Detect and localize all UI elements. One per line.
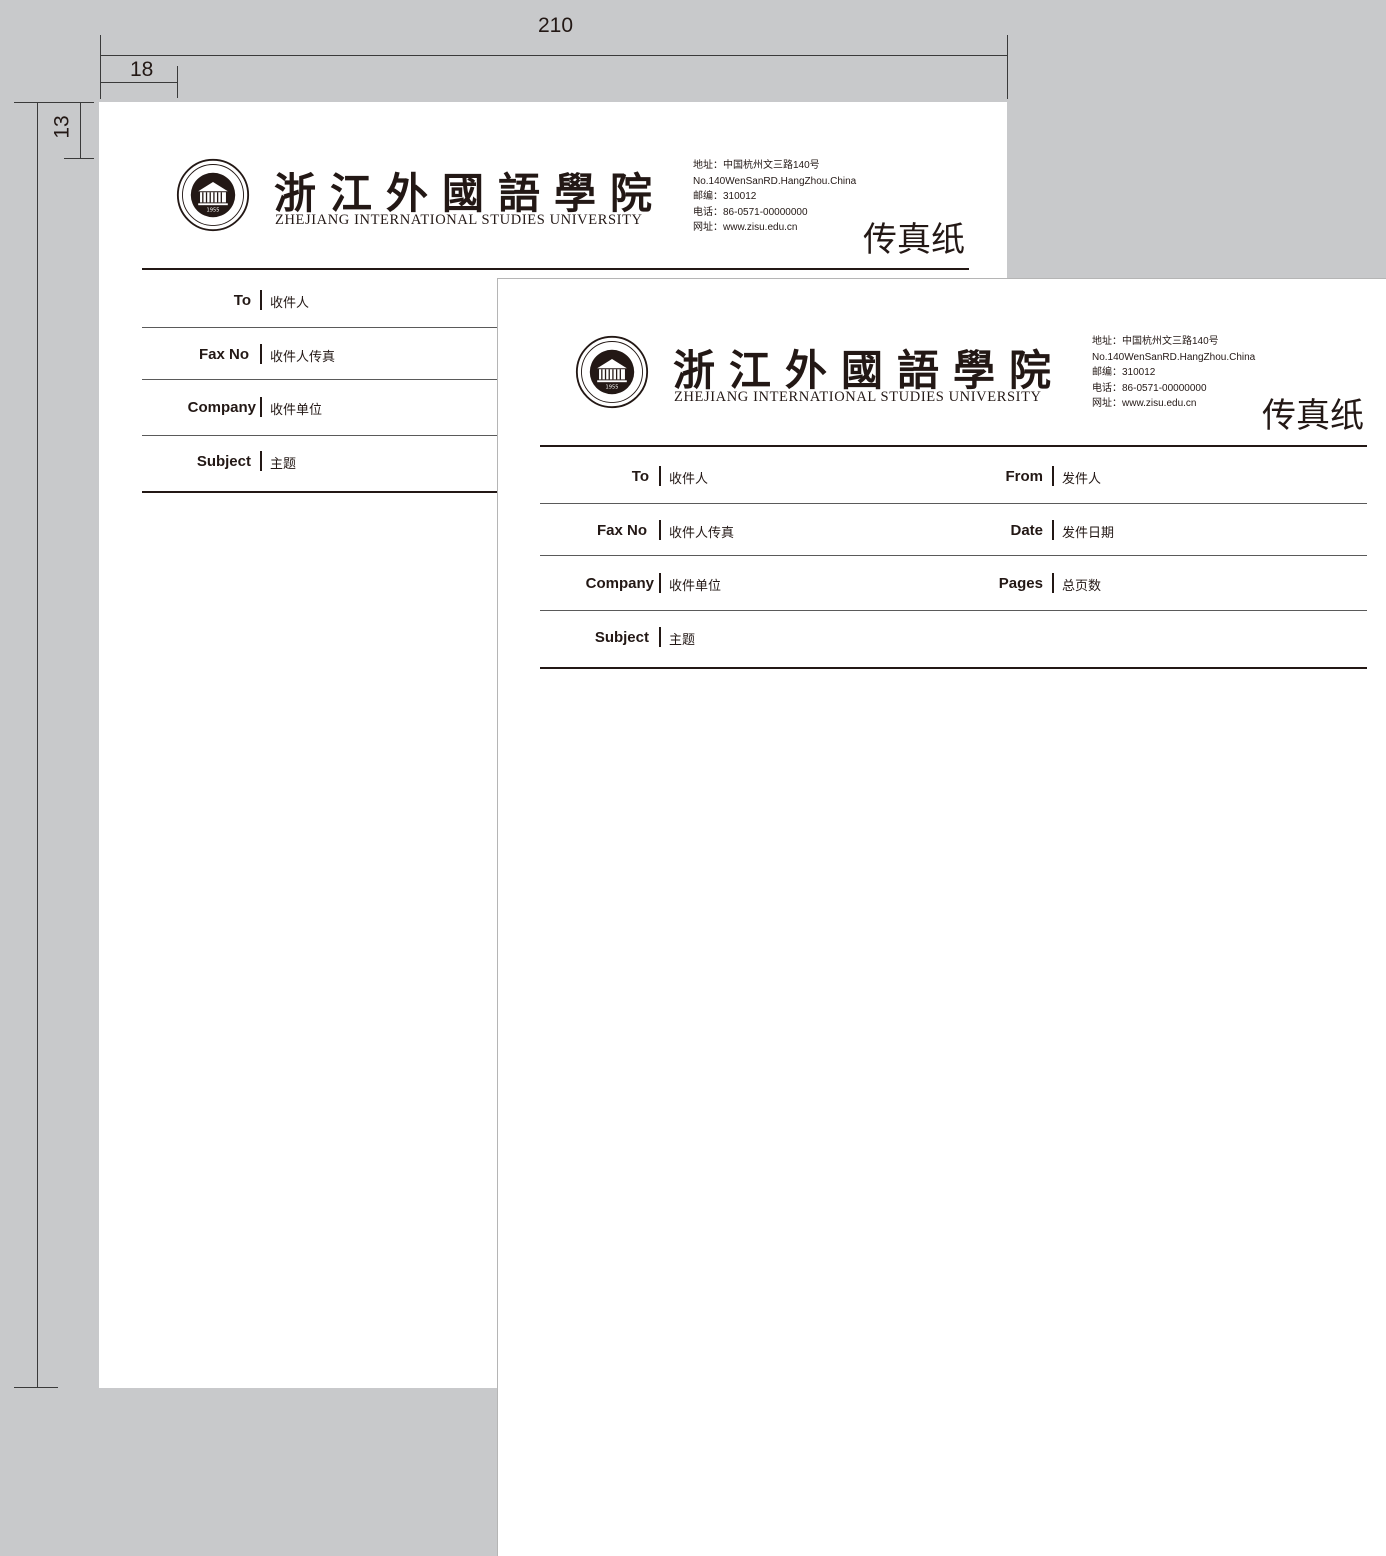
margin-top-dimension-line — [80, 102, 81, 159]
row-divider — [540, 610, 1367, 611]
row-divider — [540, 555, 1367, 556]
company-label: Company — [585, 575, 654, 592]
from-divider — [1052, 466, 1054, 486]
pages-divider — [1052, 573, 1054, 593]
contact-address-cn: 地址：中国杭州文三路140号 — [693, 160, 820, 171]
margin-top-dimension-label: 13 — [50, 115, 74, 139]
header-rule — [142, 268, 969, 270]
letterhead: 1955 浙江外國語學院 ZHEJIANG INTERNATIONAL STUD… — [99, 102, 1007, 262]
height-dimension-tick-top — [14, 102, 94, 103]
contact-block: 地址：中国杭州文三路140号 No.140WenSanRD.HangZhou.C… — [1092, 334, 1255, 412]
to-label: To — [631, 468, 649, 485]
subject-label: Subject — [594, 629, 649, 646]
university-seal-icon: 1955 — [575, 335, 649, 409]
to-value: 收件人 — [270, 296, 310, 311]
company-label: Company — [187, 399, 256, 416]
fax-no-divider — [260, 344, 262, 364]
company-divider — [659, 573, 661, 593]
subject-value: 主题 — [270, 457, 297, 472]
margin-left-dimension-line — [100, 82, 177, 83]
contact-website: 网址：www.zisu.edu.cn — [693, 222, 798, 234]
contact-phone: 电话：86-0571-00000000 — [1092, 382, 1207, 394]
date-label: Date — [1010, 522, 1043, 539]
pages-label: Pages — [998, 575, 1043, 592]
document-title: 传真纸 — [863, 220, 965, 260]
subject-value: 主题 — [669, 633, 696, 648]
contact-address-en: No.140WenSanRD.HangZhou.China — [1092, 351, 1256, 363]
from-value: 发件人 — [1062, 472, 1102, 487]
university-name-en: ZHEJIANG INTERNATIONAL STUDIES UNIVERSIT… — [674, 389, 1042, 405]
to-value: 收件人 — [669, 472, 709, 487]
to-divider — [260, 290, 262, 310]
fax-no-value: 收件人传真 — [669, 526, 735, 541]
date-value: 发件日期 — [1062, 526, 1115, 541]
company-value: 收件单位 — [270, 403, 323, 418]
date-divider — [1052, 520, 1054, 540]
university-seal-icon: 1955 — [176, 158, 250, 232]
subject-divider — [260, 451, 262, 471]
contact-address-cn: 地址：中国杭州文三路140号 — [1092, 336, 1219, 347]
row-divider — [540, 503, 1367, 504]
fax-no-label: Fax No — [198, 346, 249, 363]
contact-postcode: 邮编：310012 — [1092, 367, 1156, 379]
pages-value: 总页数 — [1062, 579, 1102, 594]
svg-text:1955: 1955 — [207, 208, 220, 214]
fax-no-value: 收件人传真 — [270, 350, 336, 365]
contact-block: 地址：中国杭州文三路140号 No.140WenSanRD.HangZhou.C… — [693, 158, 856, 236]
company-value: 收件单位 — [669, 579, 722, 594]
from-label: From — [1005, 468, 1044, 485]
width-dimension-tick-right — [1007, 35, 1008, 99]
width-dimension-line — [100, 55, 1008, 56]
fax-no-divider — [659, 520, 661, 540]
margin-left-dimension-label: 18 — [130, 58, 154, 81]
to-label: To — [233, 292, 251, 309]
company-divider — [260, 397, 262, 417]
fax-no-label: Fax No — [596, 522, 647, 539]
contact-postcode: 邮编：310012 — [693, 191, 757, 203]
margin-left-dimension-tick — [177, 66, 178, 98]
contact-website: 网址：www.zisu.edu.cn — [1092, 398, 1197, 410]
margin-top-dimension-tick — [64, 158, 94, 159]
form-bottom-rule — [540, 667, 1367, 669]
fax-sheet-front: 1955 浙江外國語學院 ZHEJIANG INTERNATIONAL STUD… — [497, 278, 1386, 1556]
svg-text:1955: 1955 — [606, 385, 619, 391]
width-dimension-label: 210 — [538, 14, 574, 37]
document-title: 传真纸 — [1262, 396, 1364, 436]
height-dimension-tick-bottom — [14, 1387, 58, 1388]
contact-address-en: No.140WenSanRD.HangZhou.China — [693, 175, 857, 187]
contact-phone: 电话：86-0571-00000000 — [693, 206, 808, 218]
university-name-en: ZHEJIANG INTERNATIONAL STUDIES UNIVERSIT… — [275, 212, 643, 228]
to-divider — [659, 466, 661, 486]
subject-label: Subject — [196, 453, 251, 470]
height-dimension-line — [37, 102, 38, 1388]
letterhead: 1955 浙江外國語學院 ZHEJIANG INTERNATIONAL STUD… — [498, 279, 1386, 439]
width-dimension-tick-left — [100, 35, 101, 99]
subject-divider — [659, 627, 661, 647]
header-rule — [540, 445, 1367, 447]
